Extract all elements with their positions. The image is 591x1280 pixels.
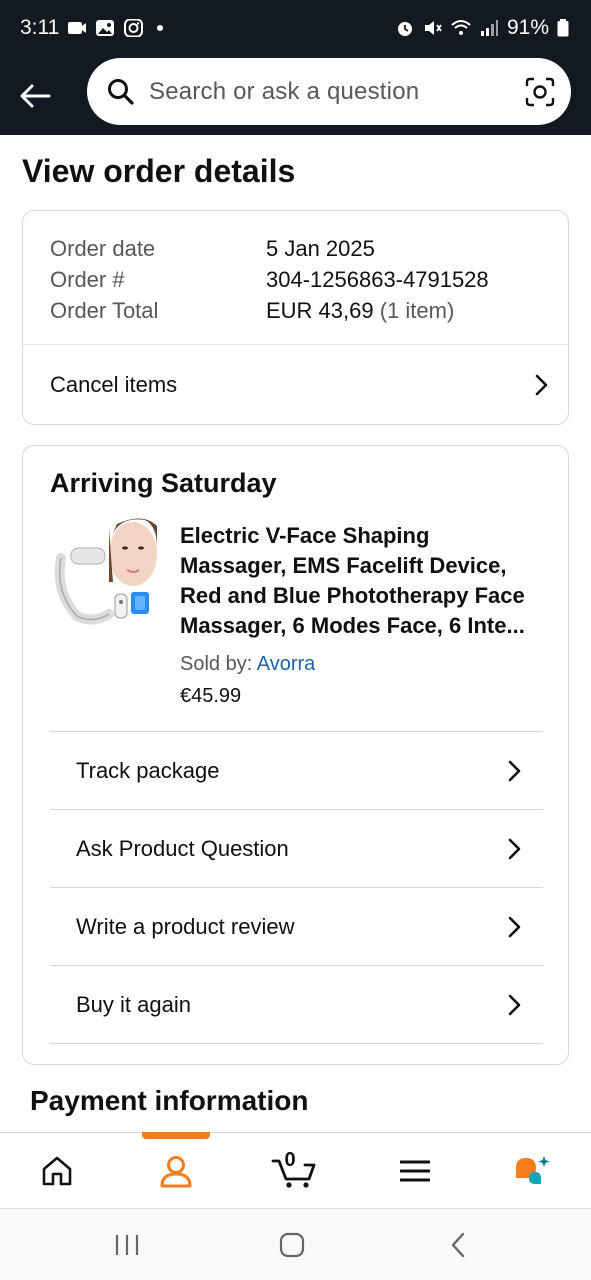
order-total-value: EUR 43,69 (1 item)	[266, 295, 454, 326]
signal-icon	[480, 20, 498, 36]
chevron-right-icon	[508, 916, 521, 937]
home-icon	[42, 1156, 72, 1186]
cart-count: 0	[284, 1149, 296, 1171]
search-input[interactable]: Search or ask a question	[87, 58, 571, 125]
mute-icon	[424, 21, 442, 35]
chevron-right-icon	[508, 838, 521, 859]
search-placeholder: Search or ask a question	[149, 77, 420, 105]
gallery-icon	[96, 20, 115, 36]
order-number-label: Order #	[50, 267, 125, 292]
product-image[interactable]	[53, 518, 157, 630]
chevron-right-icon	[508, 760, 521, 781]
status-left: 3:11	[20, 16, 164, 40]
arrow-left-icon	[20, 84, 51, 107]
wifi-call-icon	[451, 20, 471, 35]
home-system-button[interactable]	[270, 1229, 314, 1261]
video-call-icon	[68, 22, 87, 34]
battery-percent: 91%	[506, 16, 549, 39]
recents-icon	[115, 1235, 139, 1255]
order-item-count: (1 item)	[379, 298, 455, 323]
page-title: View order details	[22, 153, 296, 189]
shipment-card: Arriving Saturday Electric V-Face Shapin…	[22, 445, 569, 1065]
seller-link[interactable]: Avorra	[257, 653, 316, 675]
home-circle-icon	[279, 1232, 305, 1258]
status-right: 91%	[395, 16, 569, 40]
app-screen: 3:11 91% Search or ask a question View o…	[0, 0, 591, 1280]
account-icon	[160, 1156, 192, 1188]
search-icon	[108, 78, 134, 105]
order-number-value: 304-1256863-4791528	[266, 267, 489, 292]
recents-button[interactable]	[105, 1229, 149, 1261]
order-number-row: Order # 304-1256863-4791528	[50, 264, 489, 295]
nav-account[interactable]	[136, 1133, 216, 1209]
order-date-value: 5 Jan 2025	[266, 236, 375, 261]
order-info: Order date 5 Jan 2025 Order # 304-125686…	[50, 233, 489, 326]
product-title[interactable]: Electric V-Face Shaping Massager, EMS Fa…	[180, 521, 540, 641]
status-bar: 3:11 91%	[0, 0, 591, 56]
delivery-status: Arriving Saturday	[50, 468, 277, 498]
product-price: €45.99	[180, 685, 242, 707]
nav-rufus[interactable]	[493, 1133, 573, 1209]
bottom-nav: 0	[0, 1132, 591, 1208]
payment-heading: Payment information	[30, 1085, 309, 1116]
order-total-amount: EUR 43,69	[266, 298, 374, 323]
buy-again-label: Buy it again	[76, 991, 191, 1017]
order-total-label: Order Total	[50, 298, 159, 323]
write-review-label: Write a product review	[76, 913, 295, 939]
nav-menu[interactable]	[375, 1133, 455, 1209]
order-summary-card: Order date 5 Jan 2025 Order # 304-125686…	[22, 210, 569, 425]
cancel-items-label: Cancel items	[50, 372, 178, 397]
alarm-icon	[397, 22, 412, 36]
sold-by-label: Sold by:	[180, 653, 257, 675]
order-total-row: Order Total EUR 43,69 (1 item)	[50, 295, 489, 326]
system-nav-bar	[0, 1208, 591, 1280]
cancel-items-row[interactable]: Cancel items	[50, 345, 550, 425]
back-system-button[interactable]	[436, 1229, 480, 1261]
menu-icon	[400, 1160, 430, 1182]
chevron-right-icon	[508, 994, 521, 1015]
nav-home[interactable]	[17, 1133, 97, 1209]
write-review-row[interactable]: Write a product review	[76, 888, 523, 965]
battery-icon	[557, 19, 569, 37]
back-button[interactable]	[0, 61, 70, 131]
ask-product-question-row[interactable]: Ask Product Question	[76, 810, 523, 887]
camera-search-icon[interactable]	[525, 77, 555, 107]
search-header: Search or ask a question	[0, 56, 591, 135]
buy-again-row[interactable]: Buy it again	[76, 966, 523, 1043]
chevron-right-icon	[535, 374, 548, 396]
order-date-row: Order date 5 Jan 2025	[50, 233, 489, 264]
sold-by: Sold by: Avorra	[180, 653, 315, 676]
order-date-label: Order date	[50, 236, 156, 261]
track-package-row[interactable]: Track package	[76, 732, 523, 809]
rufus-icon	[516, 1156, 550, 1184]
instagram-icon	[124, 19, 144, 37]
ask-product-question-label: Ask Product Question	[76, 835, 289, 861]
divider	[50, 1043, 543, 1044]
back-chevron-icon	[451, 1232, 465, 1258]
track-package-label: Track package	[76, 757, 220, 783]
status-time: 3:11	[20, 16, 60, 39]
notification-dot-icon	[157, 25, 164, 31]
nav-cart[interactable]: 0	[254, 1133, 334, 1209]
